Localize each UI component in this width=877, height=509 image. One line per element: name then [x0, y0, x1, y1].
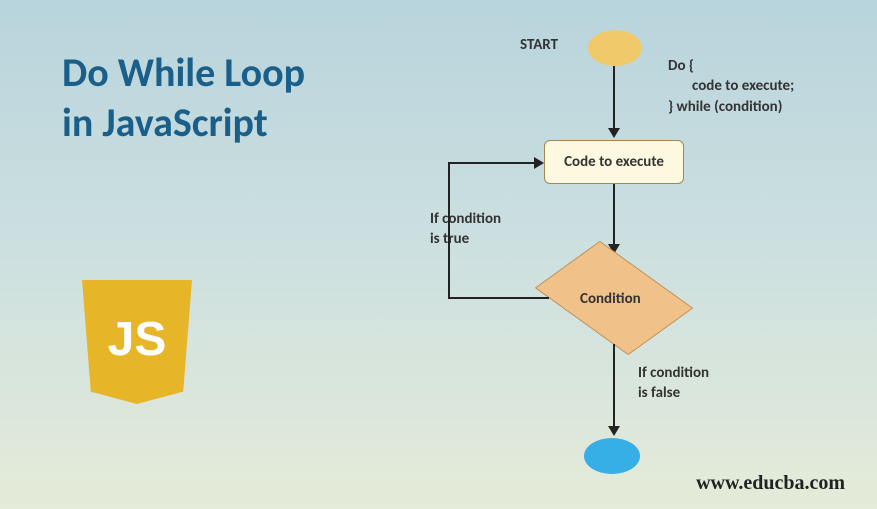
- syntax-line-3: } while (condition): [668, 97, 794, 117]
- true-label: If condition is true: [430, 210, 501, 249]
- false-label-l2: is false: [638, 384, 680, 402]
- arrow-head-icon: [534, 157, 544, 169]
- syntax-block: Do { code to execute; } while (condition…: [668, 56, 794, 117]
- arrow-start-code: [613, 66, 615, 128]
- logo-text: JS: [108, 312, 167, 367]
- arrow-head-icon: [608, 128, 620, 138]
- js-logo: JS: [82, 280, 192, 404]
- true-label-l1: If condition: [430, 210, 501, 228]
- flowchart: START Do { code to execute; } while (con…: [400, 12, 860, 492]
- start-label: START: [520, 36, 558, 54]
- arrow-loop-h1: [448, 297, 549, 299]
- title-line-1: Do While Loop: [62, 48, 305, 97]
- arrow-head-icon: [608, 426, 620, 436]
- syntax-line-2: code to execute;: [668, 76, 794, 96]
- false-label-l1: If condition: [638, 364, 709, 382]
- title-line-2: in JavaScript: [62, 98, 268, 147]
- arrow-cond-end: [613, 344, 615, 426]
- start-node: [588, 30, 642, 66]
- page-title: Do While Loop in JavaScript: [62, 48, 305, 148]
- code-box: Code to execute: [544, 140, 684, 184]
- arrow-loop-v: [448, 162, 450, 299]
- shield-icon: JS: [82, 280, 192, 404]
- condition-text: Condition: [580, 290, 641, 308]
- website-url: www.educba.com: [696, 472, 845, 495]
- code-box-text: Code to execute: [564, 153, 664, 171]
- false-label: If condition is false: [638, 364, 709, 403]
- arrow-code-condition: [613, 184, 615, 244]
- arrow-loop-h2: [448, 162, 534, 164]
- end-node: [584, 438, 640, 474]
- syntax-line-1: Do {: [668, 56, 794, 76]
